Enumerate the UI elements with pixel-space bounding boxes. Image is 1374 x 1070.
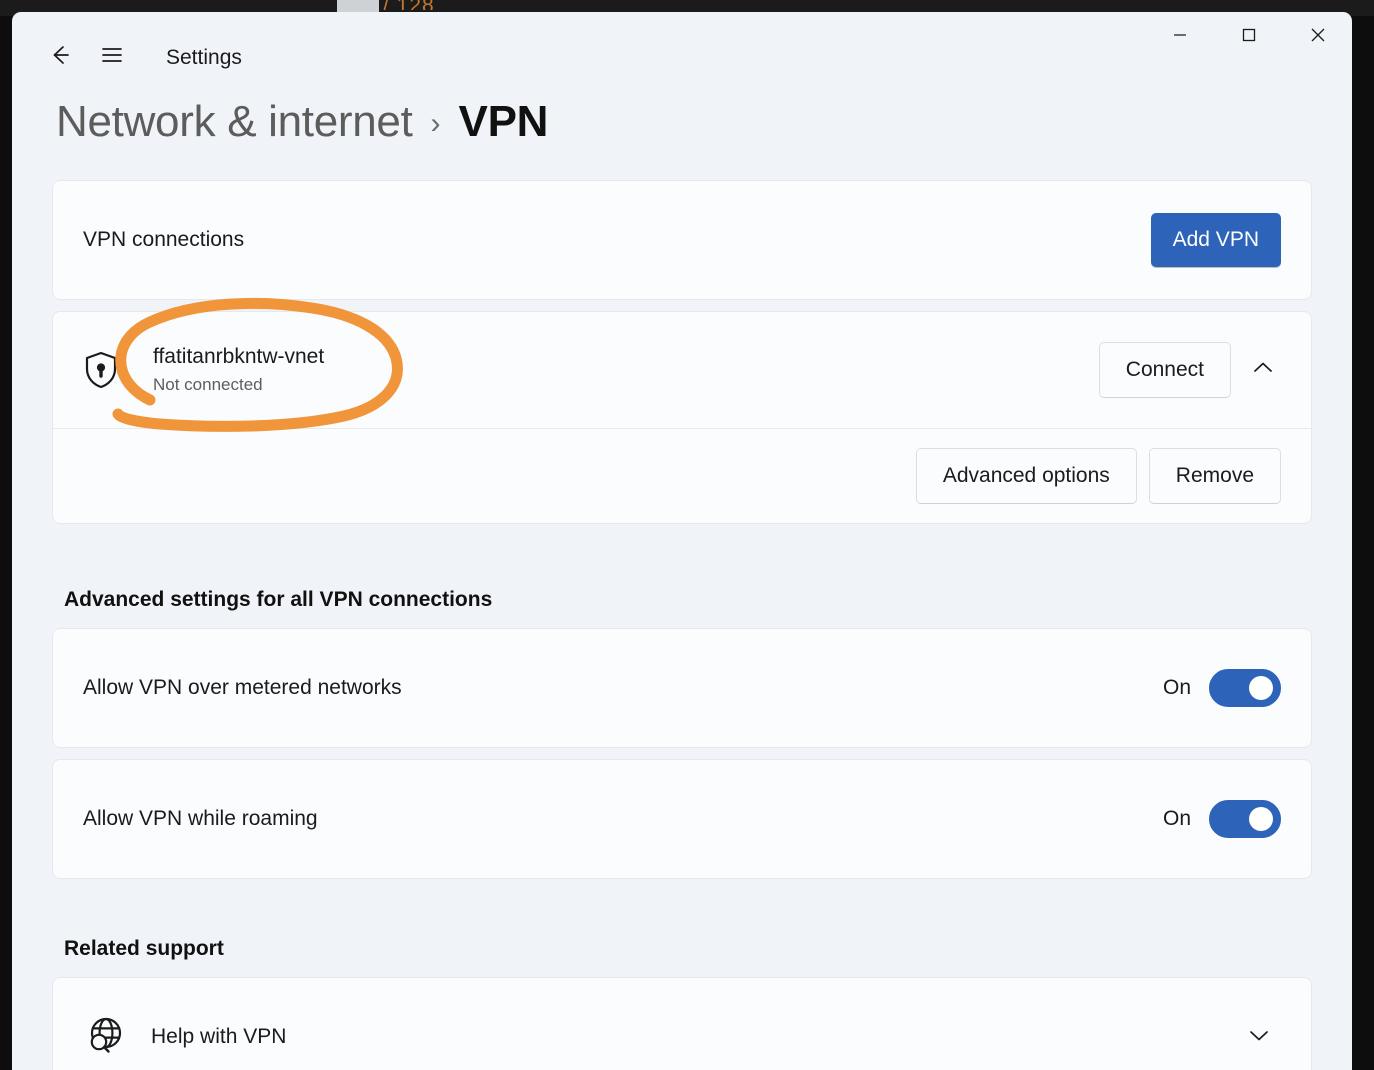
chevron-down-icon	[1245, 1021, 1273, 1054]
toggle-knob	[1249, 676, 1273, 700]
remove-button[interactable]: Remove	[1148, 448, 1281, 504]
support-label-help-with-vpn: Help with VPN	[151, 1025, 287, 1048]
page-title: VPN	[458, 97, 549, 146]
back-button[interactable]	[34, 38, 86, 78]
maximize-button[interactable]	[1214, 12, 1283, 62]
vpn-entry-name: ffatitanrbkntw-vnet	[153, 345, 325, 369]
vpn-entry-text: ffatitanrbkntw-vnet Not connected	[153, 343, 1099, 396]
advanced-options-button[interactable]: Advanced options	[915, 448, 1137, 504]
toggle-roaming[interactable]	[1209, 800, 1281, 838]
back-arrow-icon	[46, 41, 74, 74]
setting-row-metered-networks: Allow VPN over metered networks On	[52, 628, 1312, 748]
vpn-connections-card: VPN connections Add VPN	[52, 180, 1312, 300]
settings-window: Settings Network & internet › VPN VPN co…	[12, 12, 1352, 1070]
close-icon	[1307, 24, 1329, 51]
vpn-entry-row[interactable]: ffatitanrbkntw-vnet Not connected Connec…	[53, 312, 1311, 429]
vpn-connections-label: VPN connections	[83, 228, 245, 251]
breadcrumb-separator-icon: ›	[430, 107, 441, 140]
screen: / 128	[0, 0, 1374, 1070]
settings-content: VPN connections Add VPN ffatitanrbkntw-v…	[12, 144, 1352, 1070]
vpn-entry-expand-toggle[interactable]	[1237, 344, 1289, 396]
maximize-icon	[1238, 24, 1260, 51]
add-vpn-button[interactable]: Add VPN	[1150, 213, 1281, 267]
toggle-state-roaming: On	[1162, 807, 1191, 830]
app-title: Settings	[166, 46, 242, 69]
hamburger-menu-icon	[99, 42, 125, 73]
window-controls	[1145, 12, 1352, 62]
vpn-entry-expanded-actions: Advanced options Remove	[53, 429, 1311, 523]
setting-label-metered-networks: Allow VPN over metered networks	[83, 676, 402, 699]
chevron-up-icon	[1249, 354, 1277, 387]
support-row-expand-toggle[interactable]	[1233, 1011, 1285, 1063]
vpn-entry-actions: Connect	[1098, 342, 1289, 398]
toggle-group-roaming: On	[1163, 800, 1281, 838]
title-bar-left: Settings	[12, 12, 242, 78]
minimize-icon	[1169, 24, 1191, 51]
hamburger-menu-button[interactable]	[86, 38, 138, 78]
setting-label-roaming: Allow VPN while roaming	[83, 807, 318, 830]
support-row-left: Help with VPN	[83, 1013, 286, 1062]
setting-row-roaming: Allow VPN while roaming On	[52, 759, 1312, 879]
toggle-metered-networks[interactable]	[1209, 669, 1281, 707]
close-button[interactable]	[1283, 12, 1352, 62]
shield-lock-icon	[83, 350, 127, 390]
vpn-entry-status: Not connected	[153, 374, 263, 394]
breadcrumb: Network & internet › VPN	[12, 90, 1352, 144]
connect-button[interactable]: Connect	[1098, 342, 1231, 398]
vpn-entry-card: ffatitanrbkntw-vnet Not connected Connec…	[52, 311, 1312, 524]
advanced-settings-heading: Advanced settings for all VPN connection…	[64, 588, 493, 611]
background-text-fragment: / 128	[383, 0, 435, 10]
support-row-help-with-vpn[interactable]: Help with VPN	[52, 977, 1312, 1070]
minimize-button[interactable]	[1145, 12, 1214, 62]
globe-search-icon	[83, 1013, 127, 1062]
related-support-heading: Related support	[64, 937, 224, 960]
title-bar: Settings	[12, 12, 1352, 90]
toggle-state-metered-networks: On	[1162, 676, 1191, 699]
toggle-knob	[1249, 807, 1273, 831]
toggle-group-metered-networks: On	[1163, 669, 1281, 707]
breadcrumb-parent-link[interactable]: Network & internet	[56, 100, 413, 144]
